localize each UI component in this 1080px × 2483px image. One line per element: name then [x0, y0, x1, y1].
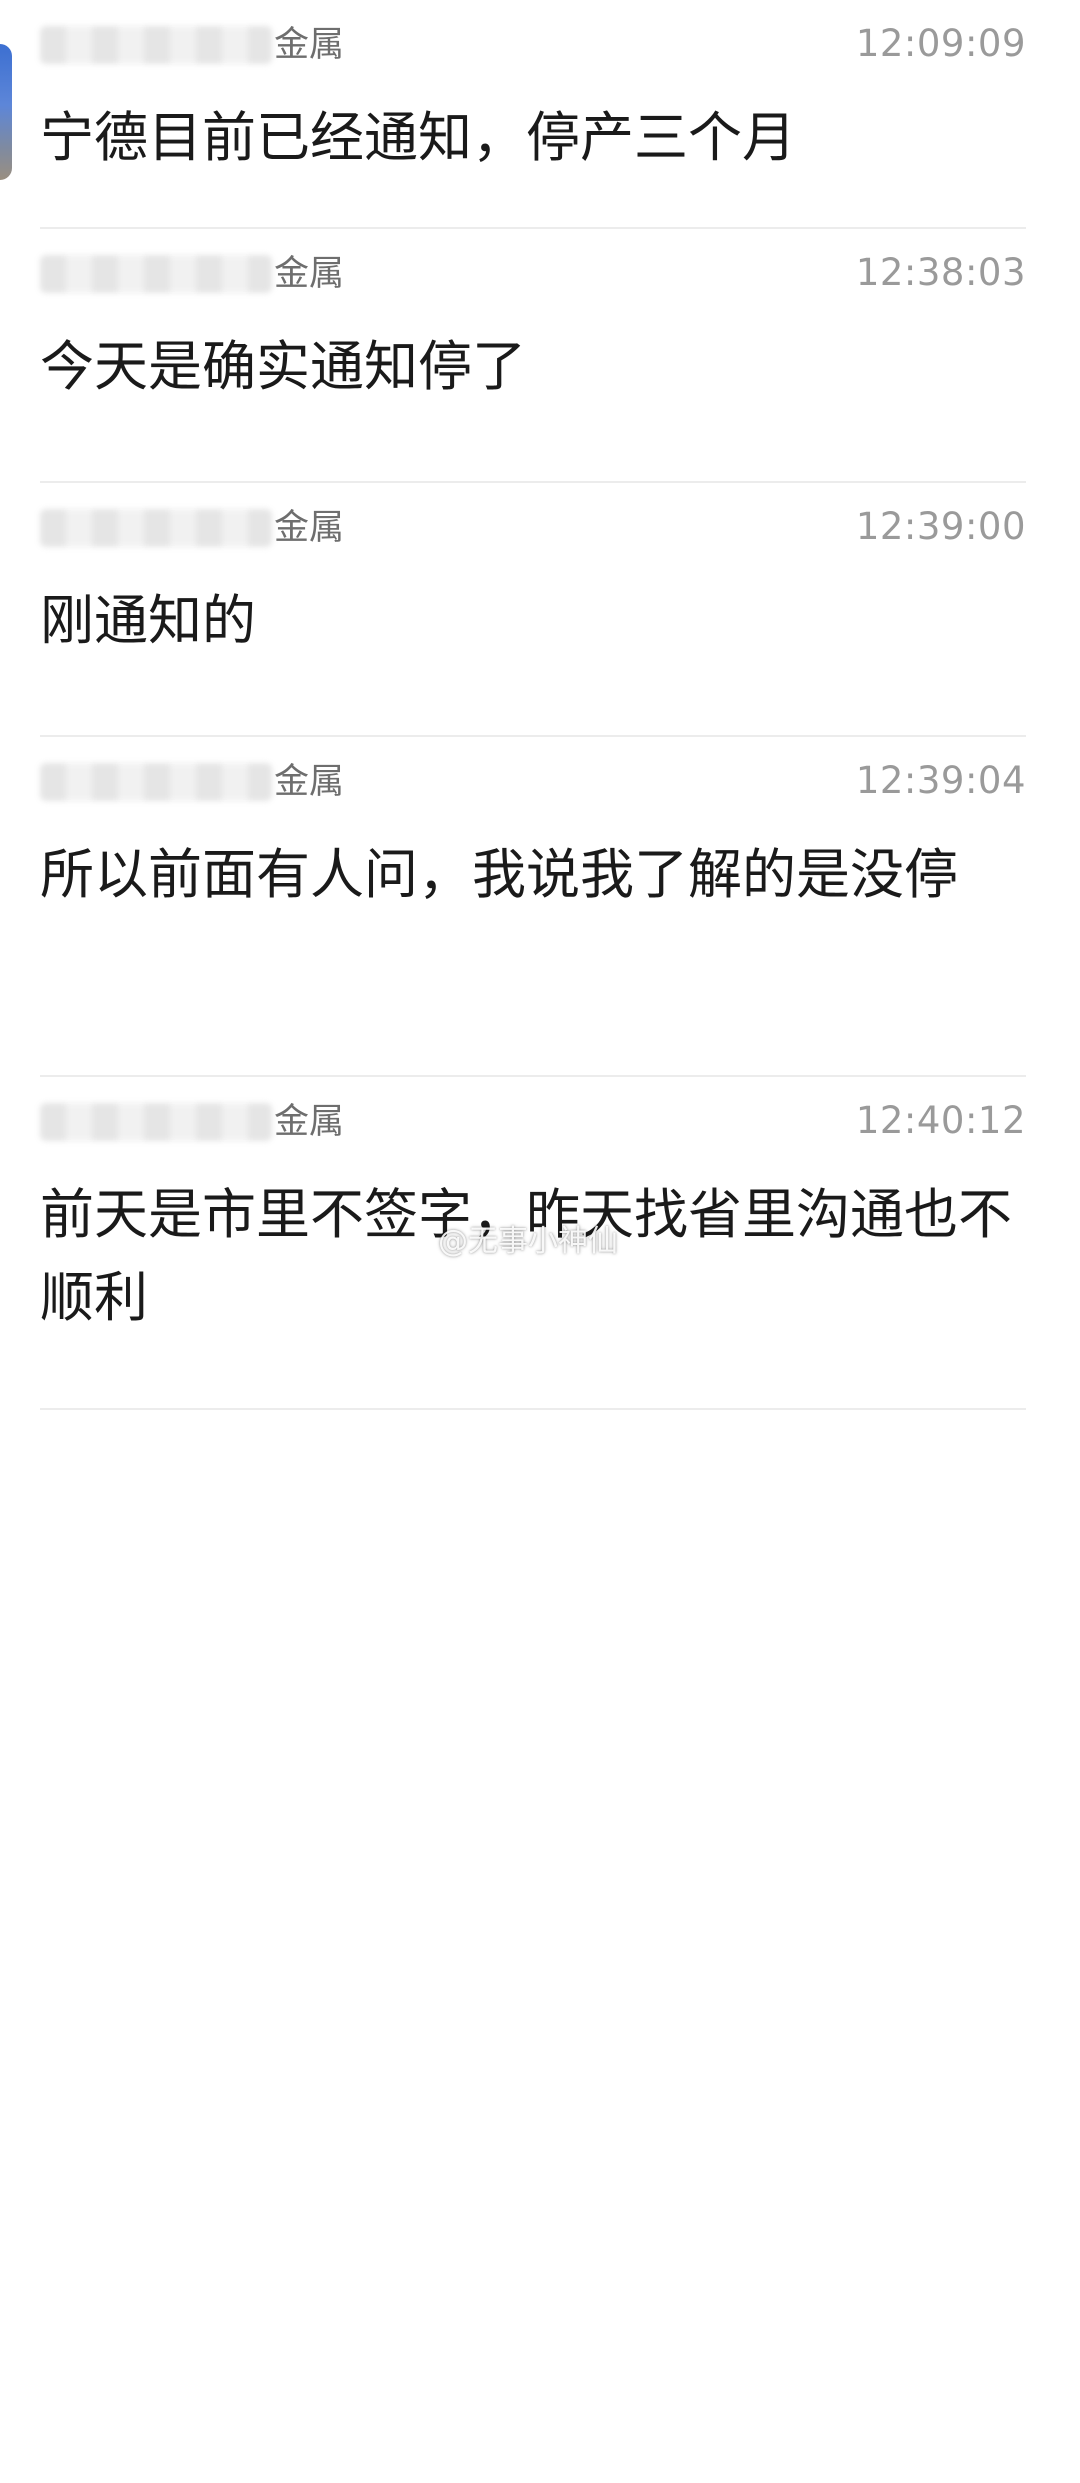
message-text: 前天是市里不签字，昨天找省里沟通也不顺利 — [40, 1183, 1012, 1329]
message-time: 12:09:09 — [855, 22, 1026, 65]
message-header: 金属 12:40:12 — [40, 1077, 1026, 1142]
sender-name: 金属 — [40, 505, 344, 549]
avatar-edge[interactable] — [0, 44, 12, 180]
watermark: @无事小神仙 — [438, 1224, 618, 1259]
message-header: 金属 12:39:04 — [40, 737, 1026, 802]
blurred-sender-prefix — [40, 255, 272, 293]
blurred-sender-prefix — [40, 509, 272, 547]
blurred-sender-prefix — [40, 763, 272, 801]
message-item[interactable]: 金属 12:09:09 宁德目前已经通知，停产三个月 — [40, 0, 1026, 229]
sender-name-suffix: 金属 — [274, 25, 345, 65]
message-text: 刚通知的 — [40, 589, 256, 652]
sender-name: 金属 — [40, 22, 344, 66]
message-item[interactable]: 金属 12:38:03 今天是确实通知停了 — [40, 229, 1026, 483]
message-item[interactable]: 金属 12:39:00 刚通知的 — [40, 483, 1026, 737]
message-text: 宁德目前已经通知，停产三个月 — [40, 106, 796, 169]
sender-name: 金属 — [40, 759, 344, 803]
sender-name: 金属 — [40, 1099, 344, 1143]
message-time: 12:39:00 — [855, 505, 1026, 548]
sender-name-suffix: 金属 — [274, 254, 345, 294]
sender-name-suffix: 金属 — [274, 1102, 345, 1142]
message-time: 12:39:04 — [855, 759, 1026, 802]
message-time: 12:40:12 — [855, 1099, 1026, 1142]
message-header: 金属 12:38:03 — [40, 229, 1026, 294]
message-text: 所以前面有人问，我说我了解的是没停 — [40, 843, 958, 906]
message-text: 今天是确实通知停了 — [40, 335, 526, 398]
sender-name-suffix: 金属 — [274, 762, 345, 802]
message-list: 金属 12:09:09 宁德目前已经通知，停产三个月 金属 12:38:03 今… — [40, 0, 1026, 1410]
message-item[interactable]: 金属 12:39:04 所以前面有人问，我说我了解的是没停 — [40, 737, 1026, 1077]
sender-name: 金属 — [40, 251, 344, 295]
message-header: 金属 12:09:09 — [40, 0, 1026, 65]
blurred-sender-prefix — [40, 26, 272, 64]
blurred-sender-prefix — [40, 1103, 272, 1141]
message-time: 12:38:03 — [855, 251, 1026, 294]
message-header: 金属 12:39:00 — [40, 483, 1026, 548]
sender-name-suffix: 金属 — [274, 508, 345, 548]
